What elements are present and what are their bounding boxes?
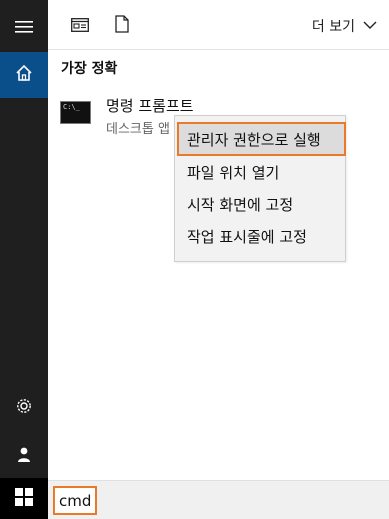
- result-subtitle: 데스크톱 앱: [106, 122, 170, 137]
- search-bar: [48, 480, 389, 519]
- section-title: 가장 정확: [61, 61, 118, 77]
- top-toolbar: 더 보기: [48, 0, 389, 50]
- windows-logo-icon: [15, 487, 33, 510]
- gear-icon: [15, 397, 33, 419]
- hamburger-icon: [15, 19, 33, 38]
- documents-filter-button[interactable]: [112, 15, 132, 37]
- menu-item-open-file-location[interactable]: 파일 위치 열기: [175, 156, 345, 188]
- context-menu: 관리자 권한으로 실행 파일 위치 열기 시작 화면에 고정 작업 표시줄에 고…: [174, 115, 346, 262]
- menu-item-run-as-admin[interactable]: 관리자 권한으로 실행: [177, 122, 346, 156]
- home-icon: [15, 64, 33, 86]
- document-icon: [115, 15, 129, 37]
- left-rail: [0, 0, 48, 519]
- more-dropdown[interactable]: 더 보기: [312, 16, 377, 36]
- more-label: 더 보기: [311, 19, 355, 35]
- menu-item-pin-to-start[interactable]: 시작 화면에 고정: [175, 188, 345, 220]
- search-input[interactable]: [53, 486, 97, 515]
- apps-icon: [71, 17, 89, 36]
- apps-filter-button[interactable]: [70, 15, 90, 37]
- command-prompt-icon-text: C:\_: [63, 103, 80, 111]
- chevron-down-icon: [363, 18, 377, 34]
- command-prompt-icon: C:\_: [60, 101, 91, 124]
- settings-button[interactable]: [0, 384, 48, 432]
- start-button[interactable]: [0, 478, 48, 519]
- home-button[interactable]: [0, 52, 48, 98]
- result-title: 명령 프롬프트: [106, 97, 194, 115]
- user-button[interactable]: [0, 432, 48, 480]
- user-icon: [15, 445, 33, 467]
- menu-item-pin-to-taskbar[interactable]: 작업 표시줄에 고정: [175, 220, 345, 252]
- menu-button[interactable]: [0, 4, 48, 52]
- search-window: 더 보기 가장 정확 C:\_ 명령 프롬프트 데스크톱 앱 관리자 권한으로 …: [0, 0, 389, 519]
